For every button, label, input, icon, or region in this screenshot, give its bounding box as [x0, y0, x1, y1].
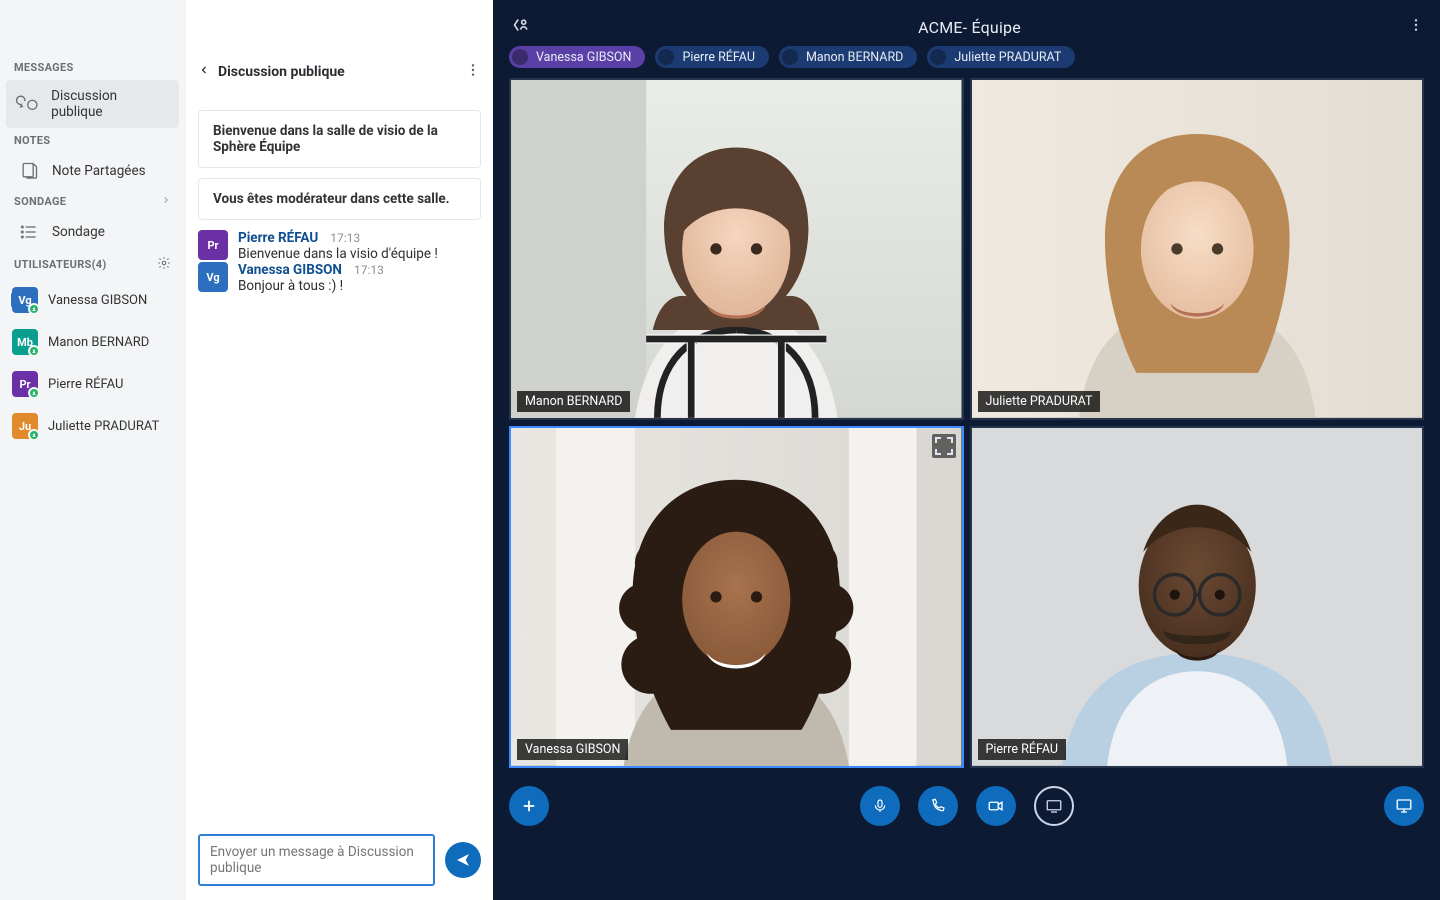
pill-dot-icon	[512, 49, 528, 65]
sidebar: MESSAGES Discussion publique NOTES Note …	[0, 0, 185, 900]
message-author: Vanessa GIBSON	[238, 262, 342, 278]
chat-message: Pr Pierre RÉFAU 17:13 Bienvenue dans la …	[198, 230, 481, 262]
user-row[interactable]: Mb Manon BERNARD	[0, 321, 185, 363]
sidebar-item-poll[interactable]: Sondage	[6, 214, 179, 250]
video-tile-label: Vanessa GIBSON	[517, 739, 628, 760]
participant-pill[interactable]: Pierre RÉFAU	[655, 46, 768, 68]
chat-title-label: Discussion publique	[218, 64, 345, 80]
message-text: Bienvenue dans la visio d'équipe !	[238, 246, 438, 262]
pill-dot-icon	[782, 49, 798, 65]
moderator-card: Vous êtes modérateur dans cette salle.	[198, 178, 481, 220]
message-time: 17:13	[330, 231, 360, 245]
user-name: Manon BERNARD	[48, 335, 149, 350]
compose-input[interactable]	[198, 834, 435, 886]
mic-button[interactable]	[860, 786, 900, 826]
avatar: Vg	[12, 287, 38, 313]
video-tile[interactable]: Vanessa GIBSON	[509, 426, 964, 768]
sidebar-section-messages-label: MESSAGES	[14, 61, 74, 74]
user-name: Pierre RÉFAU	[48, 377, 123, 392]
pill-label: Vanessa GIBSON	[536, 50, 631, 65]
room-title: ACME- Équipe	[918, 18, 1021, 37]
participant-pill[interactable]: Manon BERNARD	[779, 46, 917, 68]
sidebar-section-notes-label: NOTES	[14, 134, 50, 147]
sidebar-section-notes: NOTES	[0, 128, 185, 153]
status-badge-icon	[28, 303, 40, 315]
message-text: Bonjour à tous :) !	[238, 278, 384, 294]
send-button[interactable]	[445, 842, 481, 878]
user-row[interactable]: Ju Juliette PRADURAT	[0, 405, 185, 447]
avatar: Ju	[12, 413, 38, 439]
avatar: Pr	[12, 371, 38, 397]
chevron-right-icon	[161, 195, 171, 208]
sidebar-section-users-label: UTILISATEURS(4)	[14, 258, 107, 271]
video-tile-label: Pierre RÉFAU	[978, 739, 1066, 760]
notes-icon	[18, 161, 40, 181]
sidebar-item-poll-label: Sondage	[52, 224, 105, 240]
video-panel: ACME- Équipe Vanessa GIBSON Pierre RÉFAU M…	[493, 0, 1440, 900]
user-row[interactable]: Pr Pierre RÉFAU	[0, 363, 185, 405]
list-icon	[18, 222, 40, 242]
sidebar-item-discussion-label: Discussion publique	[51, 88, 167, 120]
pill-label: Manon BERNARD	[806, 50, 903, 65]
video-tile[interactable]: Manon BERNARD	[509, 78, 964, 420]
chat-message: Vg Vanessa GIBSON 17:13 Bonjour à tous :…	[198, 262, 481, 294]
pill-label: Pierre RÉFAU	[682, 50, 754, 65]
video-more-icon[interactable]	[1408, 17, 1424, 37]
camera-button[interactable]	[976, 786, 1016, 826]
screen-share-button[interactable]	[1034, 786, 1074, 826]
video-tile[interactable]: Pierre RÉFAU	[970, 426, 1425, 768]
toggle-users-icon[interactable]	[509, 14, 531, 40]
sidebar-item-discussion[interactable]: Discussion publique	[6, 80, 179, 128]
sidebar-section-poll-label: SONDAGE	[14, 195, 66, 208]
sidebar-item-notes[interactable]: Note Partagées	[6, 153, 179, 189]
sidebar-item-notes-label: Note Partagées	[52, 163, 146, 179]
message-time: 17:13	[354, 263, 384, 277]
sidebar-section-users: UTILISATEURS(4)	[0, 250, 185, 279]
phone-button[interactable]	[918, 786, 958, 826]
video-tile-label: Manon BERNARD	[517, 391, 630, 412]
user-row[interactable]: Vg Vanessa GIBSON	[0, 279, 185, 321]
avatar: Mb	[12, 329, 38, 355]
present-button[interactable]	[1384, 786, 1424, 826]
more-icon[interactable]	[465, 62, 481, 82]
status-badge-icon	[28, 345, 40, 357]
sidebar-section-poll: SONDAGE	[0, 189, 185, 214]
avatar: Vg	[198, 262, 228, 292]
add-action-button[interactable]	[509, 786, 549, 826]
chat-title-row[interactable]: Discussion publique	[198, 64, 345, 80]
status-badge-icon	[28, 429, 40, 441]
participant-pill[interactable]: Vanessa GIBSON	[509, 46, 645, 68]
video-tile[interactable]: Juliette PRADURAT	[970, 78, 1425, 420]
chevron-left-icon[interactable]	[198, 64, 210, 80]
video-tile-label: Juliette PRADURAT	[978, 391, 1101, 412]
participant-pill[interactable]: Juliette PRADURAT	[927, 46, 1075, 68]
expand-icon[interactable]	[932, 434, 956, 458]
moderator-card-text: Vous êtes modérateur dans cette salle.	[213, 191, 450, 207]
pill-label: Juliette PRADURAT	[954, 50, 1061, 65]
user-name: Vanessa GIBSON	[48, 293, 147, 308]
welcome-card-text: Bienvenue dans la salle de visio de la S…	[213, 123, 438, 155]
sidebar-section-messages: MESSAGES	[0, 55, 185, 80]
pill-dot-icon	[930, 49, 946, 65]
gear-icon[interactable]	[157, 256, 171, 273]
welcome-card: Bienvenue dans la salle de visio de la S…	[198, 110, 481, 168]
avatar: Pr	[198, 230, 228, 260]
chat-panel: Discussion publique Bienvenue dans la sa…	[185, 0, 493, 900]
message-author: Pierre RÉFAU	[238, 230, 318, 246]
chat-icon	[18, 94, 39, 114]
status-badge-icon	[28, 387, 40, 399]
pill-dot-icon	[658, 49, 674, 65]
user-name: Juliette PRADURAT	[48, 419, 159, 434]
